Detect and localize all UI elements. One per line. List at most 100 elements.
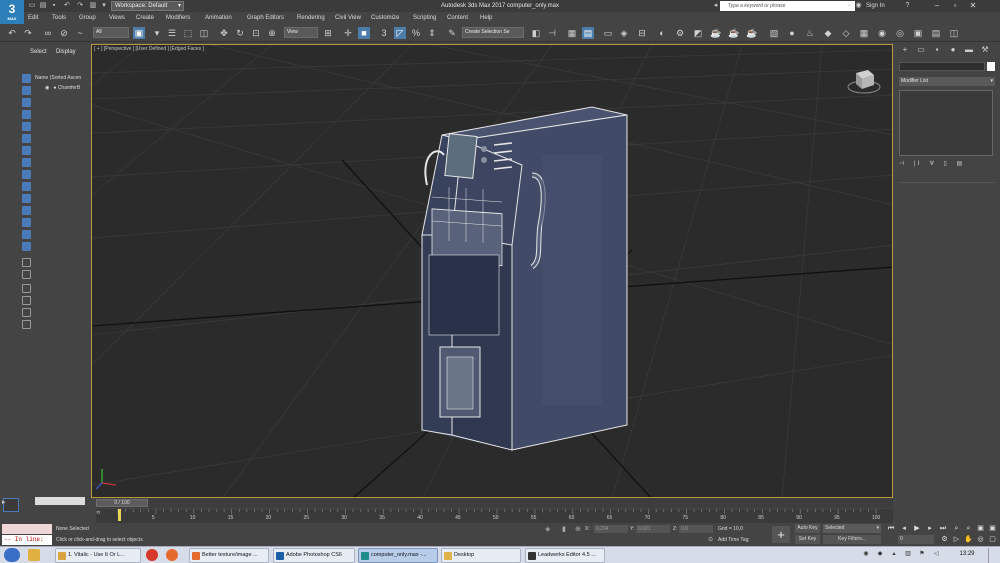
layer-icon[interactable]: [22, 284, 31, 293]
object-name-field[interactable]: [899, 62, 985, 71]
schematic-view-icon[interactable]: ⊟: [636, 27, 648, 39]
menu-help[interactable]: Help: [480, 12, 492, 24]
volume-icon[interactable]: ◁: [932, 550, 940, 558]
play-icon[interactable]: ▶: [912, 524, 922, 533]
z-coord-field[interactable]: 0,0: [679, 525, 713, 533]
menu-views[interactable]: Views: [109, 12, 125, 24]
container-icon[interactable]: ●: [786, 27, 798, 39]
select-by-name-icon[interactable]: ▾: [151, 27, 163, 39]
render-production-icon[interactable]: ☕: [710, 27, 722, 39]
lock-icon[interactable]: [22, 320, 31, 329]
rectangular-selection-icon[interactable]: ⬚: [182, 27, 194, 39]
render-activeshade-icon[interactable]: ☕: [746, 27, 758, 39]
angle-snap-icon[interactable]: ◸: [394, 27, 406, 39]
search-input[interactable]: Type a keyword or phrase: [720, 1, 855, 11]
named-selection-sets-dropdown[interactable]: Create Selection Se: [462, 27, 524, 38]
explorer-column-header[interactable]: Name (Sorted Ascen: [35, 75, 81, 81]
redo-icon[interactable]: ↷: [75, 1, 85, 10]
utilities-tab-icon[interactable]: ⚒: [979, 45, 991, 55]
taskbar-item-3dsmax[interactable]: computer_only.max -...: [358, 548, 438, 563]
select-manipulate-icon[interactable]: ✛: [342, 27, 354, 39]
quick-access-dropdown-icon[interactable]: ▾: [99, 1, 109, 10]
help-icon[interactable]: ?: [903, 1, 912, 10]
make-unique-icon[interactable]: ∀: [930, 161, 934, 167]
reference-coordinate-dropdown[interactable]: View: [284, 27, 318, 38]
cameras-filter-icon[interactable]: [22, 134, 31, 143]
viewcube[interactable]: [844, 65, 884, 95]
x-coord-field[interactable]: 0,294: [594, 525, 628, 533]
file-explorer-icon[interactable]: [28, 549, 40, 561]
object-color-swatch[interactable]: [987, 62, 995, 71]
link-icon[interactable]: ∞: [42, 27, 54, 39]
window-crossing-icon[interactable]: ◫: [198, 27, 210, 39]
teapot-icon[interactable]: ♨: [804, 27, 816, 39]
remove-modifier-icon[interactable]: ▯: [944, 161, 947, 167]
containers-filter-icon[interactable]: [22, 206, 31, 215]
toggle-scene-explorer-icon[interactable]: ▧: [768, 27, 780, 39]
placement-icon[interactable]: ⊕: [266, 27, 278, 39]
search-icon[interactable]: ⌕: [845, 1, 854, 10]
taskbar-item-firefox[interactable]: Better texture/image ...: [189, 548, 269, 563]
firefox-icon[interactable]: [166, 549, 178, 561]
menu-scripting[interactable]: Scripting: [413, 12, 436, 24]
opera-icon[interactable]: [146, 549, 158, 561]
populate-icon[interactable]: ◆: [822, 27, 834, 39]
display-all-icon[interactable]: [22, 86, 31, 95]
bind-spacewarp-icon[interactable]: ~: [74, 27, 86, 39]
set-key-button[interactable]: Set Key: [795, 535, 820, 544]
menu-modifiers[interactable]: Modifiers: [166, 12, 190, 24]
mirror-icon[interactable]: ◧: [530, 27, 542, 39]
previous-frame-icon[interactable]: ◂: [899, 524, 909, 533]
find-icon[interactable]: [22, 258, 31, 267]
maxscript-listener-output[interactable]: -- In line:: [2, 535, 52, 545]
show-desktop-button[interactable]: [988, 548, 998, 563]
show-end-result-icon[interactable]: | ⌇: [914, 161, 920, 167]
toolbar-extra-icon[interactable]: ◫: [948, 27, 960, 39]
perspective-viewport[interactable]: [ + ] [Perspective ] [User Defined ] [Ed…: [91, 44, 893, 498]
zoom-icon[interactable]: ⌕: [952, 524, 961, 533]
lights-filter-icon[interactable]: [22, 122, 31, 131]
invert-filter-icon[interactable]: [22, 242, 31, 251]
go-to-start-icon[interactable]: ⏮: [886, 524, 896, 533]
zoom-all-icon[interactable]: ⌕: [964, 524, 973, 533]
viewport-layout-icon[interactable]: ▦: [858, 27, 870, 39]
selection-filter-dropdown[interactable]: All: [93, 27, 129, 38]
snaps-toggle-icon[interactable]: 3: [378, 27, 390, 39]
maximize-viewport-icon[interactable]: ▢: [988, 535, 997, 544]
time-configuration-icon[interactable]: ⚙: [940, 535, 949, 544]
zoom-extents-icon[interactable]: ▣: [976, 524, 985, 533]
user-icon[interactable]: ◉: [854, 1, 863, 10]
mini-curve-editor-icon[interactable]: ▸: [2, 498, 12, 508]
select-object-icon[interactable]: ▣: [133, 27, 145, 39]
ribbon-icon[interactable]: ▭: [602, 27, 614, 39]
new-file-icon[interactable]: ▭: [27, 1, 37, 10]
display-none-icon[interactable]: [22, 74, 31, 83]
orbit-icon[interactable]: ◎: [976, 535, 985, 544]
redo-icon[interactable]: ↷: [22, 27, 34, 39]
save-icon[interactable]: ▪: [49, 1, 59, 10]
undo-icon[interactable]: ↶: [6, 27, 18, 39]
layer-explorer-icon[interactable]: ▦: [566, 27, 578, 39]
menu-content[interactable]: Content: [447, 12, 468, 24]
render-iterative-icon[interactable]: ☕: [728, 27, 740, 39]
track-bar[interactable]: 5 10 15 20 25 30 35 40 45 50 55 60 65 70 75 80 85 90 95 100: [96, 509, 893, 523]
hierarchy-tab-icon[interactable]: ▪: [931, 45, 943, 55]
minimize-icon[interactable]: –: [928, 0, 946, 12]
groups-filter-icon[interactable]: [22, 170, 31, 179]
computer-booth-model[interactable]: [421, 106, 628, 451]
absolute-mode-icon[interactable]: ⊕: [575, 525, 581, 533]
add-time-tag-button[interactable]: Add Time Tag: [718, 537, 748, 543]
spinner-snap-icon[interactable]: ⇕: [426, 27, 438, 39]
curve-editor-icon[interactable]: ◈: [618, 27, 630, 39]
render-setup-icon[interactable]: ⚙: [674, 27, 686, 39]
modifier-stack[interactable]: [899, 90, 993, 156]
align-icon[interactable]: ⊣: [546, 27, 558, 39]
taskbar-item-photoshop[interactable]: Adobe Photoshop CS6: [273, 548, 355, 563]
show-hidden-icons-icon[interactable]: ▴: [890, 550, 898, 558]
viewport-label[interactable]: [ + ] [Perspective ] [User Defined ] [Ed…: [94, 46, 204, 52]
start-button[interactable]: [4, 548, 20, 562]
menu-civil-view[interactable]: Civil View: [335, 12, 361, 24]
current-frame-field[interactable]: 0: [898, 535, 934, 544]
set-keys-button[interactable]: +: [772, 526, 790, 543]
workspace-select[interactable]: Workspace: Default ▾: [111, 1, 184, 11]
